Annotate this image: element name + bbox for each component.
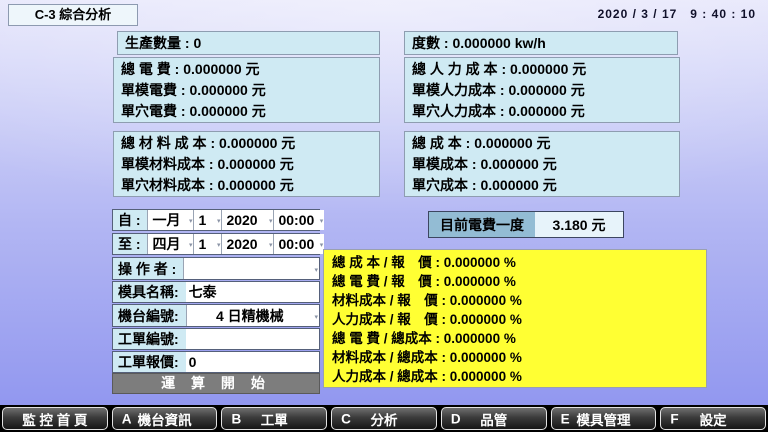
machine-no-select[interactable]: 4 日精機械▾ — [186, 305, 319, 326]
date-from-row: 自 : 一月▾ 1▾ 2020▾ 00:00▾ — [112, 209, 320, 231]
stat-row: 單穴人力成本 : 0.000000 元 — [405, 101, 679, 122]
from-day-select[interactable]: 1▾ — [193, 210, 221, 230]
from-time-select[interactable]: 00:00▾ — [273, 210, 324, 230]
ratio-row: 總 成 本 / 報 價 : 0.000000 % — [332, 253, 706, 272]
to-year-select[interactable]: 2020▾ — [221, 234, 273, 254]
stat-row: 總 電 費 : 0.000000 元 — [114, 59, 379, 80]
stat-row: 單穴電費 : 0.000000 元 — [114, 101, 379, 122]
from-year-select[interactable]: 2020▾ — [221, 210, 273, 230]
nav-button-settings[interactable]: F設定 — [660, 407, 766, 430]
to-day-select[interactable]: 1▾ — [193, 234, 221, 254]
current-rate-value: 3.180 元 — [535, 212, 623, 237]
cost-ratio-panel: 總 成 本 / 報 價 : 0.000000 % 總 電 費 / 報 價 : 0… — [323, 249, 707, 388]
chevron-down-icon: ▾ — [269, 241, 273, 249]
stat-row: 總 材 料 成 本 : 0.000000 元 — [114, 133, 379, 154]
machine-no-row: 機台編號: 4 日精機械▾ — [112, 304, 320, 327]
run-calculation-button[interactable]: 運 算 開 始 — [112, 373, 320, 394]
total-cost-panel: 總 成 本 : 0.000000 元 單模成本 : 0.000000 元 單穴成… — [404, 131, 680, 197]
from-month-select[interactable]: 一月▾ — [147, 210, 193, 230]
chevron-down-icon: ▾ — [189, 217, 193, 225]
current-rate-panel: 目前電費一度 3.180 元 — [428, 211, 624, 238]
stat-row: 總 人 力 成 本 : 0.000000 元 — [405, 59, 679, 80]
ratio-row: 人力成本 / 總成本 : 0.000000 % — [332, 367, 706, 386]
mold-name-label: 模具名稱: — [113, 282, 186, 302]
ratio-row: 材料成本 / 報 價 : 0.000000 % — [332, 291, 706, 310]
quote-row: 工單報價: — [112, 351, 320, 373]
nav-button-quality[interactable]: D品管 — [441, 407, 547, 430]
nav-button-monitor-home[interactable]: 監 控 首 頁 — [2, 407, 108, 430]
work-order-input[interactable] — [186, 329, 319, 349]
quote-input[interactable] — [186, 352, 319, 372]
stat-row: 單模人力成本 : 0.000000 元 — [405, 80, 679, 101]
date-from-label: 自 : — [113, 210, 147, 230]
production-count-value: 0 — [193, 35, 201, 51]
nav-button-analysis[interactable]: C分析 — [331, 407, 437, 430]
ratio-row: 總 電 費 / 總成本 : 0.000000 % — [332, 329, 706, 348]
power-usage-value: 0.000000 kw/h — [452, 35, 545, 51]
chevron-down-icon: ▾ — [314, 266, 318, 274]
chevron-down-icon: ▾ — [320, 241, 324, 249]
work-order-label: 工單編號: — [113, 329, 186, 349]
work-order-row: 工單編號: — [112, 328, 320, 350]
stat-row: 單模電費 : 0.000000 元 — [114, 80, 379, 101]
date-to-row: 至 : 四月▾ 1▾ 2020▾ 00:00▾ — [112, 233, 320, 255]
ratio-row: 人力成本 / 報 價 : 0.000000 % — [332, 310, 706, 329]
stat-row: 單穴成本 : 0.000000 元 — [405, 175, 679, 196]
stat-row: 單模成本 : 0.000000 元 — [405, 154, 679, 175]
chevron-down-icon: ▾ — [314, 313, 318, 321]
nav-button-work-order[interactable]: B工單 — [221, 407, 327, 430]
bottom-navbar: 監 控 首 頁 A機台資訊 B工單 C分析 D品管 E模具管理 F設定 — [0, 405, 768, 432]
power-usage-label: 度數 — [412, 35, 440, 51]
analysis-screen: C-3 綜合分析 2020 / 3 / 17 9 : 40 : 10 生產數量 … — [0, 0, 768, 432]
stat-row: 總 成 本 : 0.000000 元 — [405, 133, 679, 154]
to-time-select[interactable]: 00:00▾ — [273, 234, 324, 254]
mold-name-row: 模具名稱: — [112, 281, 320, 303]
to-month-select[interactable]: 四月▾ — [147, 234, 193, 254]
electric-cost-panel: 總 電 費 : 0.000000 元 單模電費 : 0.000000 元 單穴電… — [113, 57, 380, 123]
datetime: 2020 / 3 / 17 9 : 40 : 10 — [598, 7, 756, 21]
date-to-label: 至 : — [113, 234, 147, 254]
ratio-row: 總 電 費 / 報 價 : 0.000000 % — [332, 272, 706, 291]
chevron-down-icon: ▾ — [189, 241, 193, 249]
chevron-down-icon: ▾ — [217, 217, 221, 225]
quote-label: 工單報價: — [113, 352, 186, 372]
operator-select[interactable]: ▾ — [183, 258, 319, 279]
production-count-panel: 生產數量 : 0 — [117, 31, 380, 55]
production-count-label: 生產數量 — [125, 35, 181, 51]
chevron-down-icon: ▾ — [217, 241, 221, 249]
labor-cost-panel: 總 人 力 成 本 : 0.000000 元 單模人力成本 : 0.000000… — [404, 57, 680, 123]
nav-button-machine-info[interactable]: A機台資訊 — [112, 407, 218, 430]
page-title: C-3 綜合分析 — [8, 4, 138, 26]
chevron-down-icon: ▾ — [320, 217, 324, 225]
operator-row: 操 作 者 : ▾ — [112, 257, 320, 280]
ratio-row: 材料成本 / 總成本 : 0.000000 % — [332, 348, 706, 367]
chevron-down-icon: ▾ — [269, 217, 273, 225]
current-rate-label: 目前電費一度 — [429, 212, 535, 237]
stat-row: 單模材料成本 : 0.000000 元 — [114, 154, 379, 175]
material-cost-panel: 總 材 料 成 本 : 0.000000 元 單模材料成本 : 0.000000… — [113, 131, 380, 197]
machine-no-label: 機台編號: — [113, 305, 186, 326]
stat-row: 單穴材料成本 : 0.000000 元 — [114, 175, 379, 196]
operator-label: 操 作 者 : — [113, 258, 183, 279]
nav-button-mold-management[interactable]: E模具管理 — [551, 407, 657, 430]
power-usage-panel: 度數 : 0.000000 kw/h — [404, 31, 678, 55]
mold-name-input[interactable] — [186, 282, 319, 302]
